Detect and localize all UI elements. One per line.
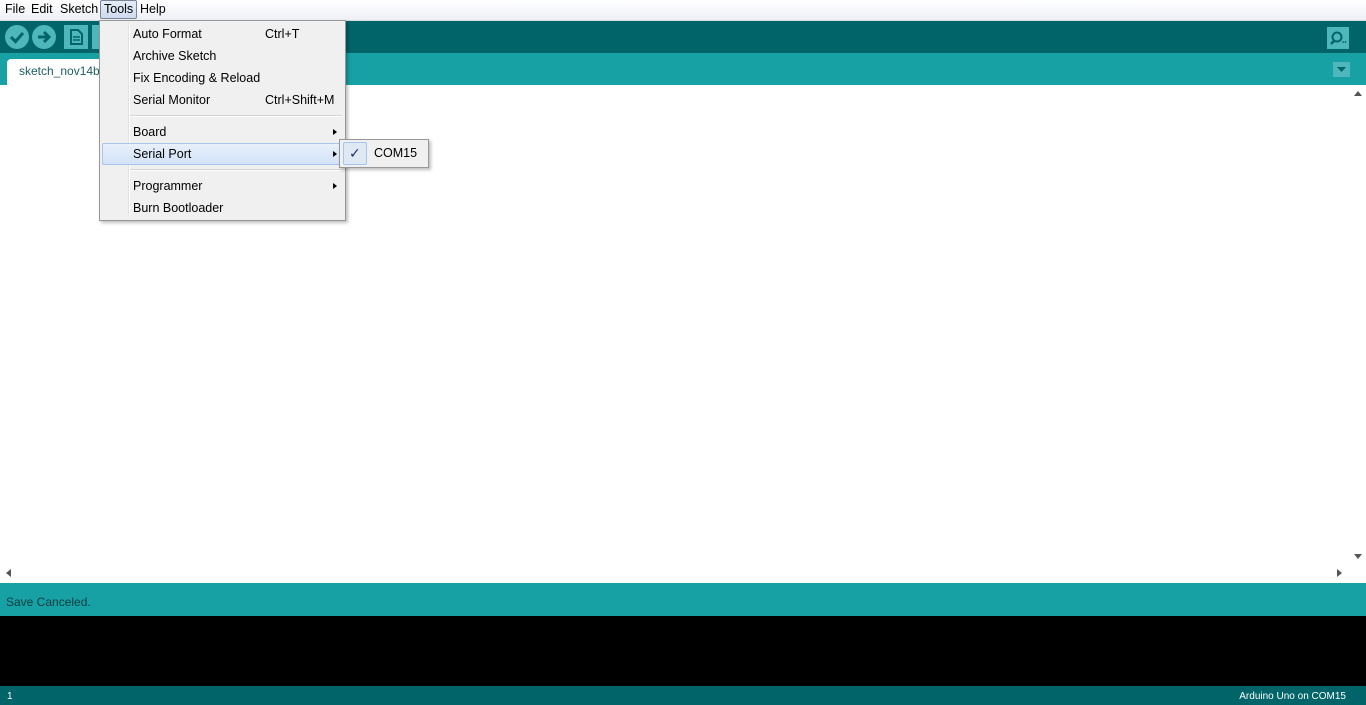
console-output[interactable] — [0, 616, 1366, 686]
horizontal-scrollbar[interactable] — [0, 565, 1350, 581]
checkmark-icon: ✓ — [349, 145, 361, 161]
new-button[interactable] — [64, 25, 88, 49]
document-icon — [70, 29, 83, 45]
upload-button[interactable] — [32, 25, 56, 49]
scroll-up-icon[interactable] — [1354, 91, 1362, 96]
menu-item-auto-format[interactable]: Auto Format Ctrl+T — [102, 23, 343, 45]
menu-separator — [130, 169, 342, 171]
menu-item-shortcut: Ctrl+Shift+M — [265, 93, 335, 107]
line-number: 1 — [7, 691, 13, 702]
footer-bar: 1 Arduino Uno on COM15 — [0, 686, 1366, 705]
menu-item-label: Archive Sketch — [133, 49, 217, 63]
menu-item-label: Serial Monitor — [133, 93, 211, 107]
menu-bar: File Edit Sketch Tools Help — [0, 0, 1366, 21]
scroll-right-icon[interactable] — [1337, 569, 1342, 577]
menu-sketch[interactable]: Sketch — [57, 1, 101, 18]
menu-item-label: Programmer — [133, 179, 203, 193]
triangle-down-icon — [1337, 67, 1346, 72]
menu-file[interactable]: File — [2, 1, 28, 18]
menu-item-shortcut: Ctrl+T — [265, 27, 300, 41]
submenu-item-com15[interactable]: COM15 — [374, 146, 417, 160]
vertical-scrollbar[interactable] — [1350, 85, 1366, 565]
magnifier-icon — [1330, 31, 1347, 45]
serial-port-submenu: ✓ COM15 — [339, 139, 429, 168]
check-box: ✓ — [343, 142, 367, 165]
tools-menu: Auto Format Ctrl+T Archive Sketch Fix En… — [99, 20, 346, 221]
menu-separator — [130, 115, 342, 117]
status-message: Save Canceled. — [6, 595, 91, 609]
serial-monitor-button[interactable] — [1327, 27, 1349, 49]
submenu-arrow-icon — [333, 129, 337, 135]
submenu-arrow-icon — [333, 151, 337, 157]
menu-item-label: Serial Port — [133, 147, 192, 161]
menu-edit[interactable]: Edit — [28, 1, 56, 18]
menu-item-burn-bootloader[interactable]: Burn Bootloader — [102, 197, 343, 219]
menu-item-programmer[interactable]: Programmer — [102, 175, 343, 197]
menu-item-fix-encoding[interactable]: Fix Encoding & Reload — [102, 67, 343, 89]
submenu-arrow-icon — [333, 183, 337, 189]
menu-tools[interactable]: Tools — [100, 0, 138, 19]
menu-item-label: Burn Bootloader — [133, 201, 224, 215]
menu-help[interactable]: Help — [137, 1, 169, 18]
verify-button[interactable] — [5, 25, 29, 49]
board-info: Arduino Uno on COM15 — [1239, 691, 1346, 702]
scroll-left-icon[interactable] — [6, 569, 11, 577]
menu-item-label: Auto Format — [133, 27, 202, 41]
arrow-right-icon — [38, 30, 52, 44]
tab-label: sketch_nov14b — [19, 64, 100, 78]
menu-item-serial-port[interactable]: Serial Port — [102, 143, 343, 165]
tab-menu-button[interactable] — [1333, 62, 1350, 77]
menu-item-board[interactable]: Board — [102, 121, 343, 143]
menu-item-label: Fix Encoding & Reload — [133, 71, 261, 85]
menu-item-archive-sketch[interactable]: Archive Sketch — [102, 45, 343, 67]
menu-item-label: Board — [133, 125, 167, 139]
status-bar: Save Canceled. — [0, 583, 1366, 616]
scroll-down-icon[interactable] — [1354, 554, 1362, 559]
checkmark-icon — [9, 32, 25, 44]
menu-item-serial-monitor[interactable]: Serial Monitor Ctrl+Shift+M — [102, 89, 343, 111]
